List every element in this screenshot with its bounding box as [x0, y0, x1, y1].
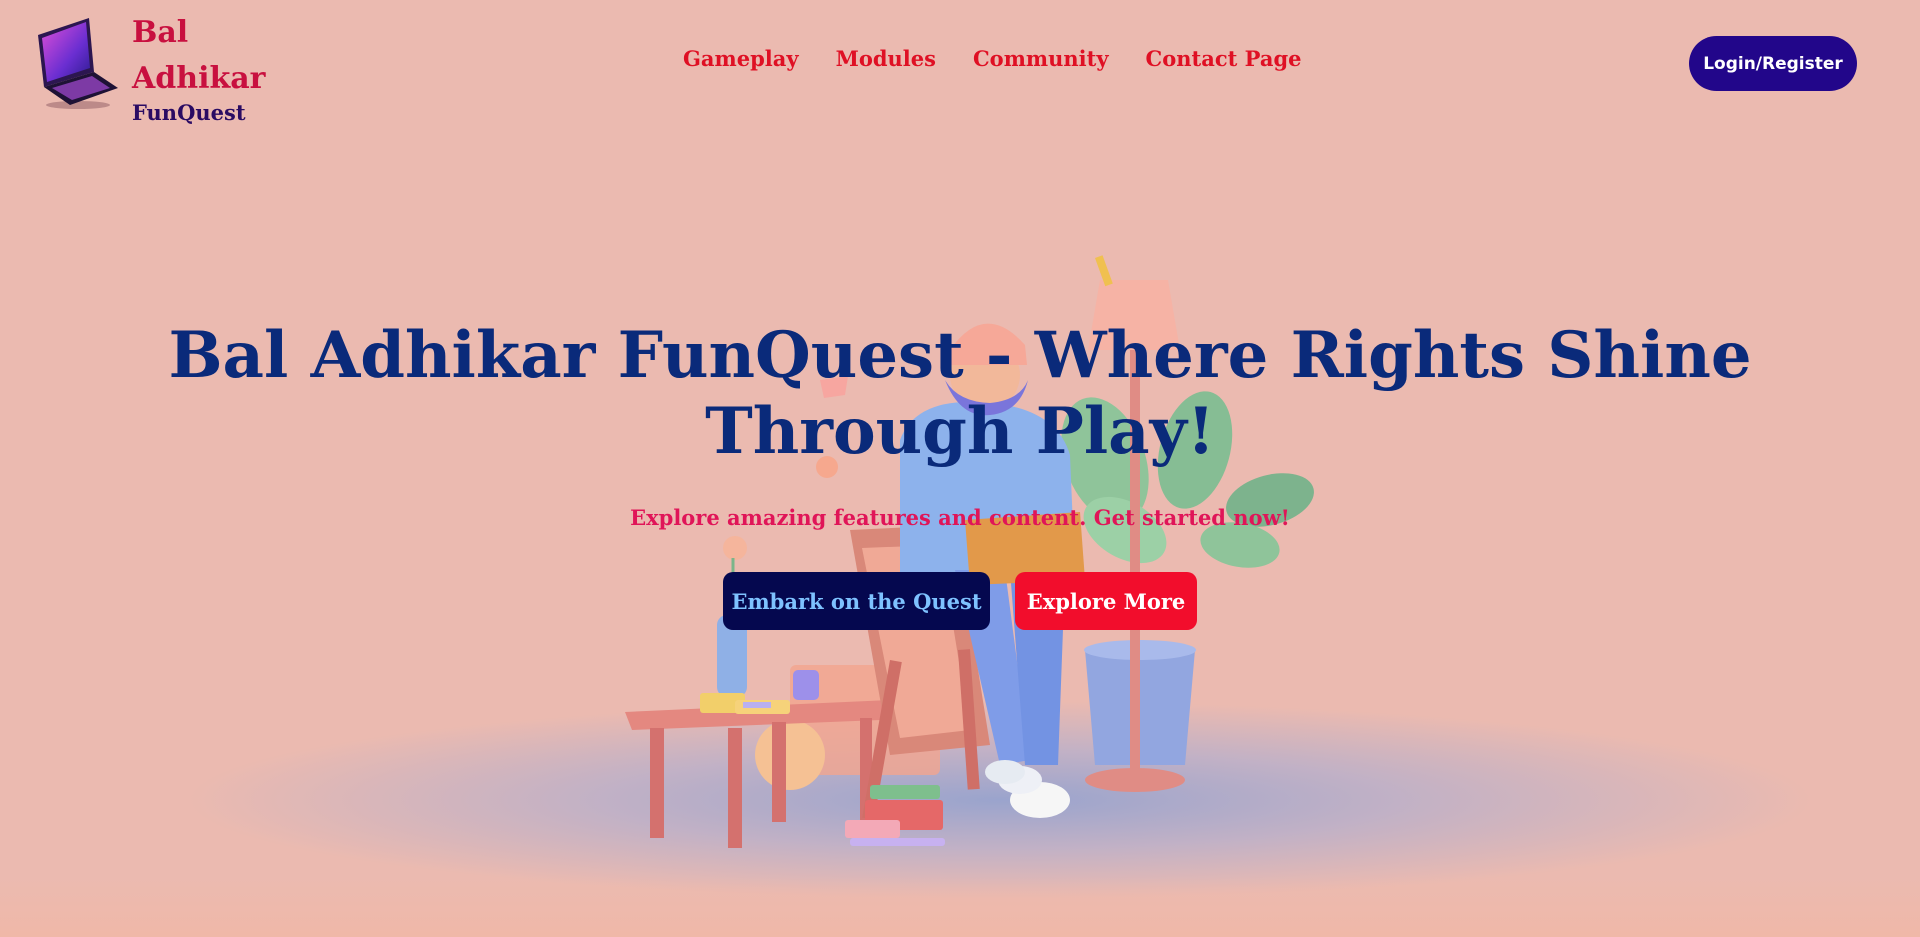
hero-subtitle: Explore amazing features and content. Ge… [630, 505, 1290, 530]
login-register-button[interactable]: Login/Register [1689, 36, 1857, 91]
laptop-icon [34, 10, 124, 110]
bottom-band [0, 877, 1920, 937]
nav-community[interactable]: Community [973, 46, 1109, 71]
brand-title: Bal Adhikar [132, 15, 266, 96]
nav-contact-page[interactable]: Contact Page [1146, 46, 1302, 71]
nav-gameplay[interactable]: Gameplay [683, 46, 799, 71]
hero-title: Bal Adhikar FunQuest - Where Rights Shin… [168, 318, 1752, 469]
brand-logo[interactable]: Bal Adhikar FunQuest [34, 10, 272, 125]
explore-more-button[interactable]: Explore More [1015, 572, 1197, 630]
floor-shadow [180, 700, 1820, 900]
main-nav: Gameplay Modules Community Contact Page [683, 46, 1302, 71]
site-header: Bal Adhikar FunQuest Gameplay Modules Co… [0, 0, 1920, 125]
nav-modules[interactable]: Modules [836, 46, 936, 71]
brand-text: Bal Adhikar FunQuest [132, 10, 272, 125]
embark-quest-button[interactable]: Embark on the Quest [723, 572, 990, 630]
brand-subtitle: FunQuest [132, 100, 246, 125]
